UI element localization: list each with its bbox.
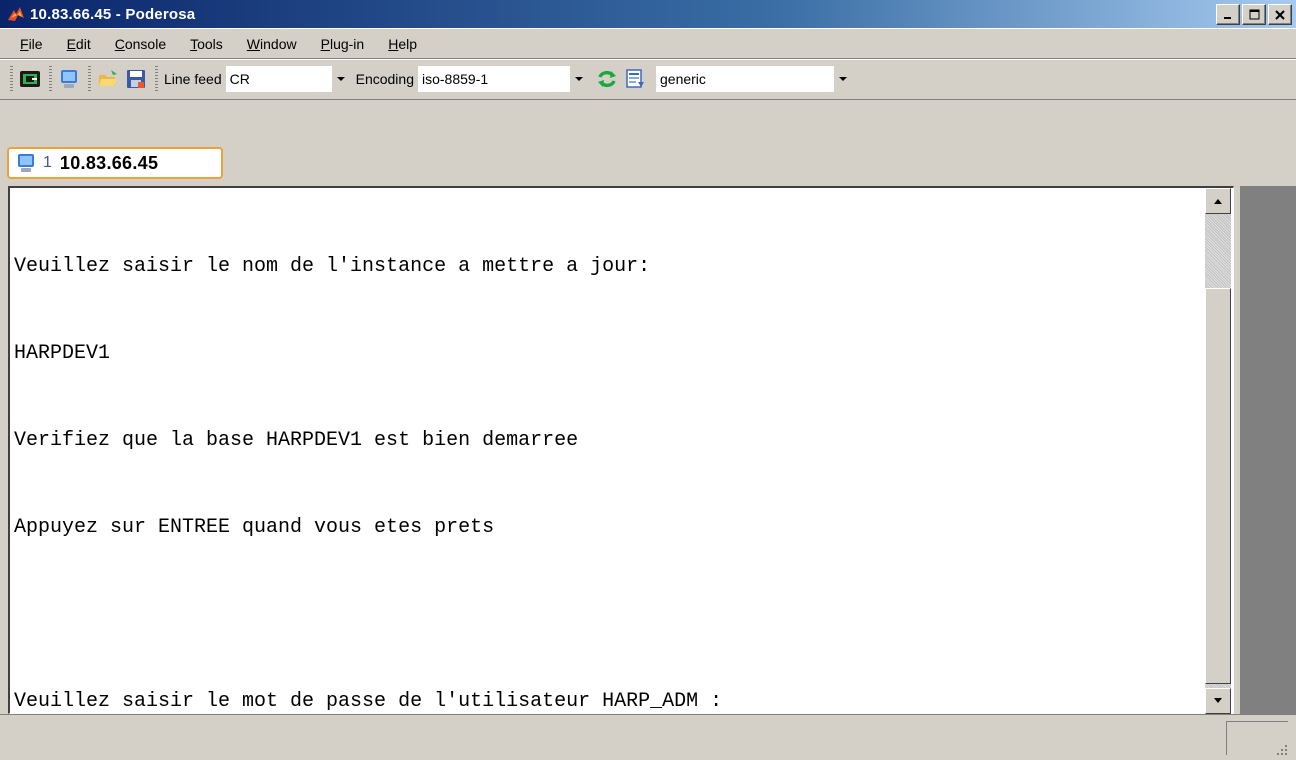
new-connection-button[interactable] <box>17 65 43 93</box>
minimize-icon <box>1224 16 1231 19</box>
toolbar-grip-4[interactable] <box>155 66 158 92</box>
menu-console[interactable]: Console <box>103 32 178 56</box>
computer-icon <box>61 70 77 88</box>
status-bar <box>0 714 1296 760</box>
menu-help-rest: elp <box>398 35 418 52</box>
window-title: 10.83.66.45 - Poderosa <box>30 5 196 23</box>
close-icon <box>1275 9 1285 20</box>
menu-plugin-rest: lug-in <box>329 35 365 52</box>
line-feed-select[interactable]: CR <box>225 66 350 92</box>
arrow-down-icon <box>1214 698 1222 703</box>
open-folder-icon <box>99 70 117 86</box>
terminal-view[interactable]: Veuillez saisir le nom de l'instance a m… <box>8 186 1234 714</box>
toolbar-grip[interactable] <box>10 66 13 92</box>
terminal-output: Veuillez saisir le nom de l'instance a m… <box>14 194 1194 760</box>
terminal-line: Appuyez sur ENTREE quand vous etes prets <box>14 516 495 539</box>
document-tab-bar: 1 10.83.66.45 <box>0 100 1296 186</box>
connect-icon <box>20 71 40 87</box>
terminal-settings-button[interactable] <box>622 65 648 93</box>
minimize-button[interactable] <box>1216 4 1240 25</box>
encoding-value: iso-8859-1 <box>422 71 489 87</box>
menu-console-rest: onsole <box>124 35 167 52</box>
menu-help[interactable]: Help <box>376 32 429 56</box>
terminal-line: Verifiez que la base HARPDEV1 est bien d… <box>14 429 579 452</box>
terminal-line: Veuillez saisir le nom de l'instance a m… <box>14 255 651 278</box>
line-feed-value: CR <box>229 71 250 87</box>
terminal-line: Veuillez saisir le mot de passe de l'uti… <box>14 690 723 713</box>
resize-grip-icon[interactable] <box>1274 742 1288 756</box>
scroll-down-button[interactable] <box>1205 688 1231 714</box>
toolbar-grip-2[interactable] <box>49 66 52 92</box>
computer-button[interactable] <box>56 65 82 93</box>
tab-host: 10.83.66.45 <box>59 152 159 173</box>
save-icon <box>127 70 145 88</box>
arrow-up-icon <box>1214 199 1222 204</box>
line-feed-label: Line feed <box>164 71 222 87</box>
close-button[interactable] <box>1268 4 1292 25</box>
menu-bar: File Edit Console Tools Window Plug-in H… <box>0 28 1296 58</box>
vertical-scrollbar[interactable] <box>1205 188 1231 714</box>
toolbar: Line feed CR Encoding iso-8859-1 generic <box>0 58 1296 100</box>
scrollbar-thumb[interactable] <box>1205 288 1231 684</box>
chevron-down-icon[interactable] <box>570 66 588 92</box>
encoding-select[interactable]: iso-8859-1 <box>418 66 588 92</box>
right-panel-background <box>1240 186 1296 714</box>
scroll-up-button[interactable] <box>1205 188 1231 214</box>
maximize-icon <box>1249 9 1259 20</box>
tab-number: 1 <box>43 154 52 171</box>
chevron-down-icon[interactable] <box>834 66 852 92</box>
terminal-type-select[interactable]: generic <box>656 66 852 92</box>
window-controls <box>1216 4 1292 25</box>
maximize-button[interactable] <box>1242 4 1266 25</box>
open-button[interactable] <box>95 65 121 93</box>
menu-window-rest: indow <box>260 35 297 52</box>
menu-window[interactable]: Window <box>235 32 309 56</box>
computer-icon <box>18 154 34 172</box>
settings-document-icon <box>626 69 644 88</box>
menu-edit[interactable]: Edit <box>55 32 103 56</box>
menu-edit-rest: dit <box>75 35 91 52</box>
reconnect-button[interactable] <box>594 65 620 93</box>
encoding-label: Encoding <box>355 71 414 87</box>
terminal-type-value: generic <box>660 71 706 87</box>
menu-file[interactable]: File <box>8 32 55 56</box>
menu-tools[interactable]: Tools <box>178 32 235 56</box>
terminal-line: HARPDEV1 <box>14 342 111 365</box>
menu-file-rest: ile <box>28 35 43 52</box>
title-bar[interactable]: 10.83.66.45 - Poderosa <box>0 0 1296 28</box>
menu-plugin[interactable]: Plug-in <box>309 32 377 56</box>
poderosa-icon <box>8 7 24 21</box>
save-button[interactable] <box>123 65 149 93</box>
menu-tools-rest: ools <box>197 35 223 52</box>
chevron-down-icon[interactable] <box>331 66 350 92</box>
tab-session-1[interactable]: 1 10.83.66.45 <box>7 147 223 179</box>
refresh-icon <box>598 70 616 88</box>
toolbar-grip-3[interactable] <box>88 66 91 92</box>
